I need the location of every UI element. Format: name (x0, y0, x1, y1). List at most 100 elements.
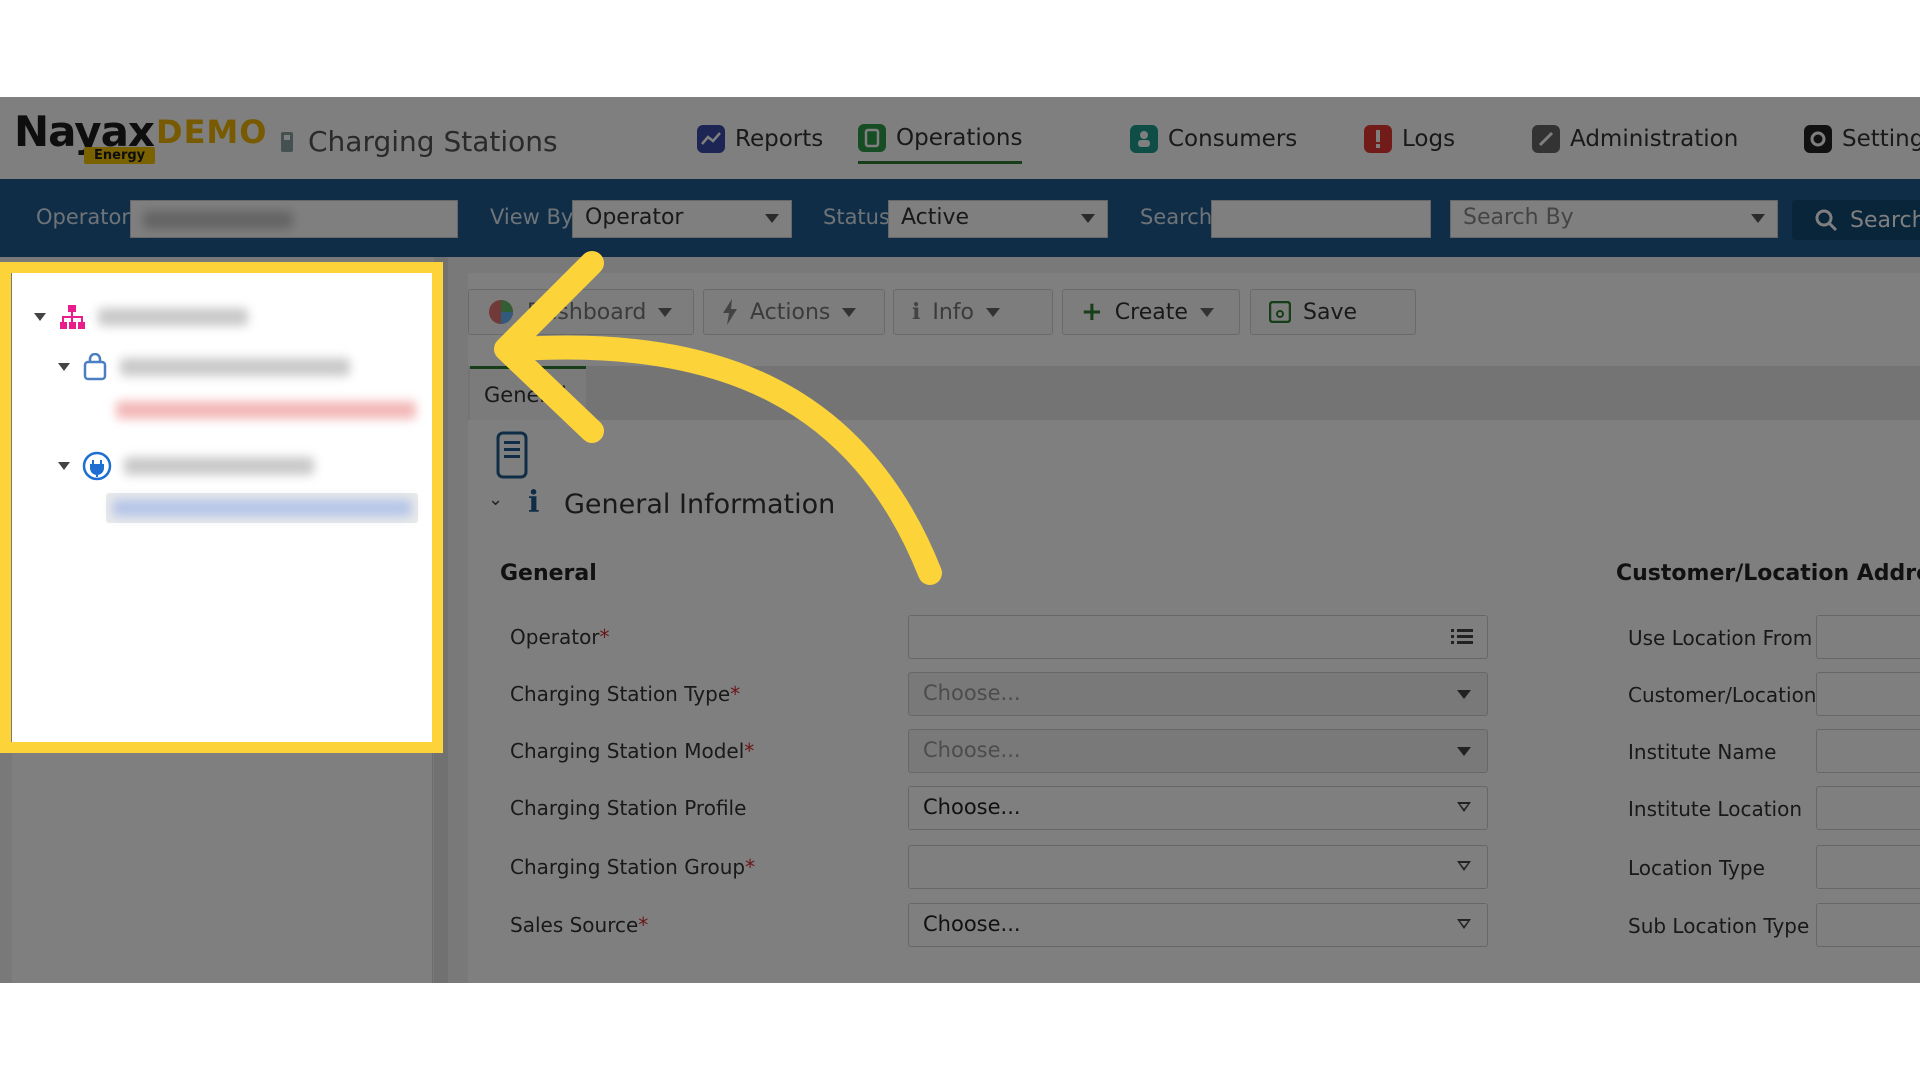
field-label: Charging Station Model* (510, 739, 754, 763)
tree-node-selected-station-label-redacted (112, 499, 412, 517)
create-button-label: Create (1114, 299, 1188, 325)
search-icon (1815, 209, 1838, 232)
tree-node-operator[interactable] (34, 303, 248, 331)
field-label-text: Charging Station Group (510, 855, 746, 879)
nav-logs[interactable]: Logs (1364, 119, 1455, 159)
tree-node-operator-label-redacted (98, 308, 248, 326)
info-section-icon: i (528, 485, 540, 520)
search-button[interactable]: Search (1792, 200, 1920, 240)
search-by-placeholder: Search By (1463, 205, 1574, 230)
required-marker: * (744, 739, 755, 763)
chevron-down-icon (1199, 307, 1214, 317)
expand-caret-icon (34, 313, 46, 321)
location-field-input[interactable] (1816, 615, 1920, 659)
pie-chart-icon (489, 300, 513, 324)
location-field-input[interactable] (1816, 786, 1920, 830)
location-field-input[interactable] (1816, 729, 1920, 773)
field-input[interactable]: Choose... (908, 672, 1488, 716)
chevron-down-icon (986, 307, 1000, 317)
info-button[interactable]: i Info (893, 289, 1053, 335)
logo-demo: DEMO (156, 113, 268, 151)
tree-node-selected-station[interactable] (106, 493, 418, 523)
location-field-label: Customer/Location (1628, 683, 1817, 707)
location-field-label: Institute Location (1628, 797, 1803, 821)
tree-node-site[interactable] (58, 353, 350, 381)
panel-splitter[interactable] (434, 257, 448, 983)
highlighted-tree-panel (12, 273, 432, 745)
save-icon (1269, 301, 1291, 323)
chevron-down-icon (658, 307, 673, 317)
field-label-text: Sales Source (510, 913, 639, 937)
field-label: Charging Station Type* (510, 682, 740, 706)
view-by-select[interactable]: Operator (572, 200, 792, 238)
tab-general[interactable]: General (470, 366, 586, 420)
view-by-value: Operator (585, 205, 684, 230)
location-field-label: Use Location From (1628, 626, 1813, 650)
field-label: Operator* (510, 625, 610, 649)
location-field-label: Sub Location Type (1628, 914, 1810, 938)
chevron-down-icon (1457, 861, 1471, 871)
field-value: Choose... (923, 795, 1021, 819)
field-label: Charging Station Group* (510, 855, 755, 879)
logs-alert-icon (1364, 125, 1392, 153)
info-icon: i (912, 299, 921, 325)
list-icon[interactable] (1451, 628, 1473, 646)
top-bar: Nayax DEMO Energy Charging Stations Repo… (0, 97, 1920, 179)
consumers-icon (1130, 125, 1158, 153)
field-input[interactable]: Choose... (908, 786, 1488, 830)
required-marker: * (638, 913, 649, 937)
nav-consumers-label: Consumers (1168, 126, 1298, 152)
nav-operations[interactable]: Operations (858, 115, 1023, 164)
location-field-input[interactable] (1816, 903, 1920, 947)
field-input[interactable]: Choose... (908, 903, 1488, 947)
field-input[interactable]: Choose... (908, 729, 1488, 773)
tree-node-charging-group[interactable] (58, 451, 314, 481)
status-label: Status (823, 205, 890, 229)
field-label: Sales Source* (510, 913, 648, 937)
nav-administration-label: Administration (1570, 126, 1739, 152)
customer-location-group-title: Customer/Location Address (1616, 561, 1920, 586)
nav-operations-label: Operations (896, 125, 1023, 151)
nav-administration[interactable]: Administration (1532, 119, 1738, 159)
info-button-label: Info (932, 299, 974, 325)
chevron-down-icon (1457, 747, 1471, 756)
plug-charging-icon (82, 451, 112, 481)
collapse-chevron-icon[interactable]: ⌄ (488, 489, 503, 510)
create-button[interactable]: + Create (1062, 289, 1240, 335)
field-input[interactable] (908, 845, 1488, 889)
nav-settings[interactable]: Settings (1804, 119, 1920, 159)
tree-node-site-label-redacted (120, 358, 350, 376)
dashboard-button[interactable]: Dashboard (468, 289, 694, 335)
operations-icon (858, 124, 886, 152)
field-input[interactable] (908, 615, 1488, 659)
search-by-select[interactable]: Search By (1450, 200, 1778, 238)
status-value: Active (901, 205, 970, 230)
field-label-text: Operator (510, 625, 600, 649)
search-button-label: Search (1850, 207, 1920, 233)
search-input[interactable] (1211, 200, 1431, 238)
actions-button[interactable]: Actions (703, 289, 885, 335)
filter-bar: Operator View By Operator Status Active … (0, 179, 1920, 257)
app-frame: Nayax DEMO Energy Charging Stations Repo… (0, 97, 1920, 983)
lightning-icon (723, 299, 737, 325)
tree-node-device[interactable] (116, 401, 416, 419)
chevron-down-icon (842, 307, 857, 317)
search-label: Search (1140, 205, 1213, 229)
nav-reports[interactable]: Reports (697, 119, 823, 159)
chevron-down-icon (1457, 690, 1471, 699)
location-field-input[interactable] (1816, 672, 1920, 716)
save-button[interactable]: Save (1250, 289, 1416, 335)
administration-icon (1532, 125, 1560, 153)
operator-filter-input[interactable] (130, 200, 458, 238)
reports-chart-icon (697, 125, 725, 153)
general-information-heading: General Information (564, 489, 836, 520)
nav-consumers[interactable]: Consumers (1130, 119, 1297, 159)
location-field-input[interactable] (1816, 845, 1920, 889)
nayax-logo[interactable]: Nayax DEMO Energy (14, 107, 268, 169)
status-select[interactable]: Active (888, 200, 1108, 238)
location-field-label: Institute Name (1628, 740, 1777, 764)
operator-filter-value-redacted (143, 211, 293, 229)
field-label: Charging Station Profile (510, 796, 746, 820)
nav-settings-label: Settings (1842, 126, 1920, 152)
actions-button-label: Actions (750, 299, 831, 325)
